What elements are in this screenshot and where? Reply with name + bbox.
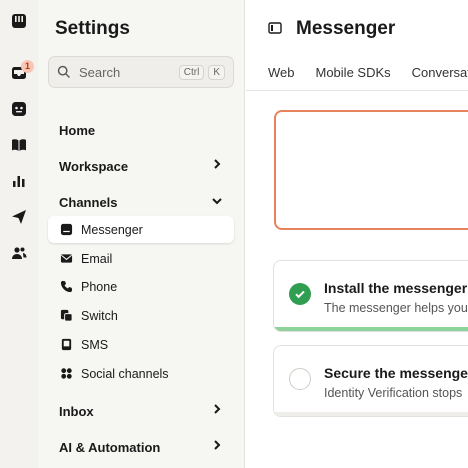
setup-card-secure[interactable]: Secure the messenger Identity Verificati… [273, 345, 468, 417]
icon-rail: 1 [0, 0, 38, 468]
tab-conversations[interactable]: Conversations [412, 65, 468, 80]
check-circle-icon [289, 283, 311, 305]
sms-icon [59, 338, 73, 352]
email-icon [59, 252, 73, 266]
nav-channels[interactable]: Channels [59, 195, 118, 210]
chevron-right-icon[interactable] [211, 158, 223, 170]
nav-channels-label: Channels [59, 195, 118, 210]
notifications-inbox-icon[interactable]: 1 [10, 60, 34, 82]
tab-mobile-sdks[interactable]: Mobile SDKs [316, 65, 391, 80]
social-channels-icon [59, 367, 73, 381]
nav-inbox-label: Inbox [59, 404, 94, 419]
tab-web[interactable]: Web [268, 65, 295, 80]
search-input[interactable]: Search Ctrl K [48, 56, 234, 88]
setup-card-install[interactable]: Install the messenger The messenger help… [273, 260, 468, 332]
notification-badge: 1 [21, 60, 34, 73]
tabs: Web Mobile SDKs Conversations [268, 65, 468, 80]
card-description: Identity Verification stops [324, 386, 463, 400]
inbox-icon[interactable] [10, 12, 28, 30]
nav-item-label: Switch [81, 308, 118, 323]
contacts-people-icon[interactable] [10, 244, 28, 262]
nav-item-label: Messenger [81, 222, 143, 237]
nav-inbox[interactable]: Inbox [59, 404, 94, 419]
sidebar-toggle-icon[interactable] [268, 21, 282, 35]
chevron-right-icon[interactable] [211, 439, 223, 451]
main-content: Messenger Web Mobile SDKs Conversations … [246, 0, 468, 468]
nav-item-phone[interactable]: Phone [48, 273, 234, 300]
nav-ai-automation-label: AI & Automation [59, 440, 161, 455]
settings-title: Settings [55, 18, 130, 39]
card-title: Secure the messenger [324, 365, 468, 381]
ai-agent-icon[interactable] [10, 100, 28, 118]
nav-item-label: Social channels [81, 366, 169, 381]
chevron-right-icon[interactable] [211, 403, 223, 415]
page-title: Messenger [296, 18, 396, 39]
nav-item-label: Email [81, 251, 113, 266]
outbound-send-icon[interactable] [10, 208, 28, 226]
nav-home[interactable]: Home [59, 123, 95, 138]
switch-icon [59, 309, 73, 323]
search-icon [57, 65, 71, 79]
shortcut-ctrl: Ctrl [178, 64, 205, 80]
progress-bar [274, 327, 468, 331]
shortcut-k: K [208, 64, 225, 80]
reports-chart-icon[interactable] [10, 172, 28, 190]
nav-item-social-channels[interactable]: Social channels [48, 360, 234, 387]
phone-icon [59, 280, 73, 294]
settings-panel: Settings Search Ctrl K Home Workspace Ch… [38, 0, 245, 468]
nav-workspace[interactable]: Workspace [59, 159, 224, 174]
card-description: The messenger helps you [324, 301, 468, 315]
nav-item-label: SMS [81, 337, 109, 352]
nav-item-sms[interactable]: SMS [48, 331, 234, 358]
empty-circle-icon [289, 368, 311, 390]
nav-item-label: Phone [81, 279, 118, 294]
messenger-preview-box[interactable] [274, 110, 468, 230]
search-placeholder: Search [79, 64, 121, 80]
knowledge-book-icon[interactable] [10, 136, 28, 154]
nav-ai-automation[interactable]: AI & Automation [59, 440, 160, 455]
tabs-divider [246, 90, 468, 91]
card-title: Install the messenger [324, 280, 468, 296]
nav-item-messenger[interactable]: Messenger [48, 216, 234, 243]
nav-workspace-label: Workspace [59, 159, 129, 174]
nav-item-email[interactable]: Email [48, 245, 234, 272]
progress-track [274, 412, 468, 416]
chevron-down-icon[interactable] [211, 195, 223, 207]
messenger-icon [59, 223, 73, 237]
nav-item-switch[interactable]: Switch [48, 302, 234, 329]
